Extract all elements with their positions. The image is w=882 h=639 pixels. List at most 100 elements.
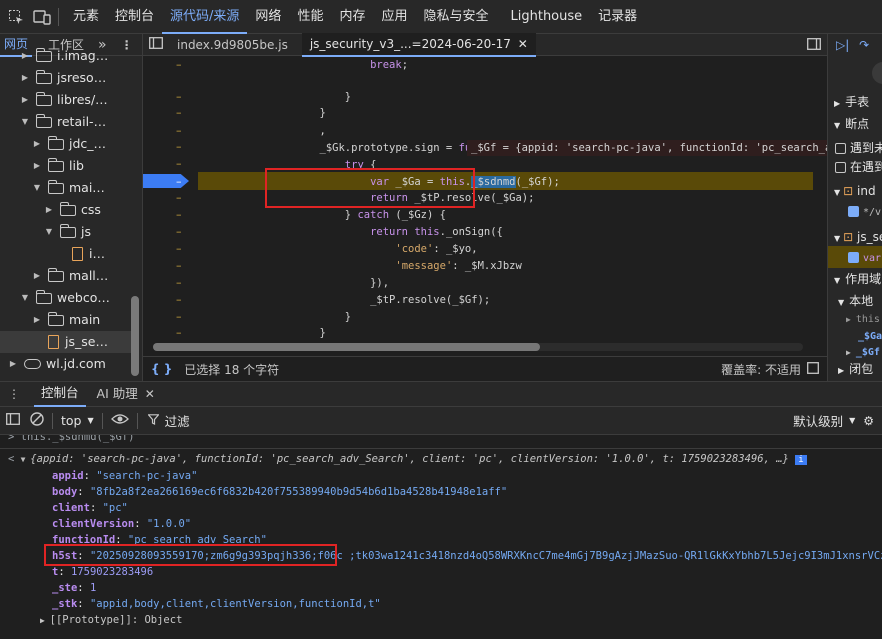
prop-body[interactable]: body: "8fb2a8f2ea266169ec6f6832b420f7553… xyxy=(52,484,507,500)
scope-closure[interactable]: ▶ 闭包 xyxy=(828,358,873,380)
expand-triangle-open-icon[interactable]: ▼ xyxy=(20,287,30,309)
tab-performance[interactable]: 性能 xyxy=(289,0,331,34)
tab-console[interactable]: 控制台 xyxy=(107,0,162,34)
close-drawer-tab-icon[interactable]: ✕ xyxy=(145,387,155,401)
tree-item[interactable]: i… xyxy=(0,243,131,265)
close-tab-icon[interactable]: ✕ xyxy=(518,37,528,51)
gutter-dash[interactable]: – xyxy=(176,90,182,103)
expand-triangle-icon[interactable]: ▶ xyxy=(20,67,30,89)
tree-item[interactable]: ▶ css xyxy=(0,199,131,221)
horizontal-scrollbar[interactable] xyxy=(153,343,803,351)
chevron-down-icon[interactable]: ▼ xyxy=(849,416,855,425)
code-line[interactable]: }), xyxy=(231,276,389,290)
code-line[interactable]: 'message': _$M.xJbzw xyxy=(231,259,521,273)
editor-tab-js-security[interactable]: js_security_v3_...=2024-06-20-17 ✕ xyxy=(301,32,536,57)
expand-triangle-icon[interactable]: ▶ xyxy=(32,155,42,177)
gutter-dash[interactable]: – xyxy=(176,106,182,119)
inspect-element-icon[interactable] xyxy=(6,7,26,27)
tree-item[interactable]: ▼ js xyxy=(0,221,131,243)
toggle-navigator-icon[interactable] xyxy=(143,34,169,56)
code-line[interactable]: } xyxy=(231,106,326,120)
tree-item[interactable]: ▼ retail-… xyxy=(0,111,131,133)
tab-application[interactable]: 应用 xyxy=(373,0,415,34)
watch-section[interactable]: ▶ 手表 xyxy=(828,91,869,113)
gutter-dash[interactable]: – xyxy=(176,276,182,289)
tree-item[interactable]: ▶ main xyxy=(0,309,131,331)
pretty-print-icon[interactable]: { } xyxy=(151,362,172,376)
gutter-dash[interactable]: – xyxy=(176,157,182,170)
pause-caught-option[interactable]: 在遇到 xyxy=(828,156,882,178)
prop-clientVersion[interactable]: clientVersion: "1.0.0" xyxy=(52,516,191,532)
tree-item[interactable]: ▼ mai… xyxy=(0,177,131,199)
tab-lighthouse[interactable]: Lighthouse xyxy=(497,0,591,34)
code-line[interactable]: } xyxy=(231,310,351,324)
expand-triangle-icon[interactable]: ▶ xyxy=(8,353,18,375)
gutter-dash[interactable]: – xyxy=(176,175,182,188)
tree-item[interactable]: ▶ jsreso… xyxy=(0,67,131,89)
gutter-dash[interactable]: – xyxy=(176,293,182,306)
breakpoint-file-js-security[interactable]: ▼⊡ js_se xyxy=(828,226,882,248)
gutter-dash[interactable]: – xyxy=(176,191,182,204)
scrollbar-thumb[interactable] xyxy=(153,343,540,351)
filter-input[interactable]: 过滤 xyxy=(165,411,190,430)
prop-prototype[interactable]: ▶ [[Prototype]]: Object xyxy=(40,612,182,629)
context-selector[interactable]: top xyxy=(61,413,81,428)
device-toolbar-icon[interactable] xyxy=(32,7,52,27)
breakpoint-entry[interactable]: */v xyxy=(828,200,881,222)
gutter-dash[interactable]: – xyxy=(176,208,182,221)
checkbox[interactable] xyxy=(848,206,859,217)
expand-triangle-open-icon[interactable]: ▼ xyxy=(32,177,42,199)
tab-elements[interactable]: 元素 xyxy=(65,0,107,34)
clear-console-icon[interactable] xyxy=(30,412,44,429)
tree-item[interactable]: ▼ webco… xyxy=(0,287,131,309)
prop-ste[interactable]: _ste: 1 xyxy=(52,580,96,596)
tree-item[interactable]: ▶ libres/… xyxy=(0,89,131,111)
prop-t[interactable]: t: 1759023283496 xyxy=(52,564,153,580)
checkbox[interactable] xyxy=(848,252,859,263)
code-line[interactable]: _$tP.resolve(_$Gf); xyxy=(231,293,490,307)
code-line[interactable]: return this._onSign({ xyxy=(231,225,503,239)
tree-item[interactable]: ▶ wl.jd.com xyxy=(0,353,131,375)
drawer-tab-ai-assistant[interactable]: AI 助理 xyxy=(90,382,145,406)
drawer-tab-console[interactable]: 控制台 xyxy=(34,381,86,407)
toggle-debugger-icon[interactable] xyxy=(807,38,821,53)
console-result-summary[interactable]: < ▼ {appid: 'search-pc-java', functionId… xyxy=(8,451,807,468)
expand-triangle-icon[interactable]: ▶ xyxy=(44,199,54,221)
expand-triangle-icon[interactable]: ▶ xyxy=(20,89,30,111)
log-level-select[interactable]: 默认级别 xyxy=(793,411,843,430)
checkbox[interactable] xyxy=(835,162,846,173)
tree-item[interactable]: js_se… xyxy=(0,331,131,353)
scope-section[interactable]: ▼ 作用域 xyxy=(828,268,881,290)
gutter-dash[interactable]: – xyxy=(176,242,182,255)
gutter-dash[interactable]: – xyxy=(176,326,182,339)
gutter-dash[interactable]: – xyxy=(176,310,182,323)
coverage-status[interactable]: 覆盖率: 不适用 xyxy=(721,361,801,378)
prop-stk[interactable]: _stk: "appid,body,client,clientVersion,f… xyxy=(52,596,381,612)
expand-triangle-open-icon[interactable]: ▼ xyxy=(44,221,54,243)
prop-appid[interactable]: appid: "search-pc-java" xyxy=(52,468,197,484)
breakpoint-marker[interactable] xyxy=(143,174,189,188)
tab-network[interactable]: 网络 xyxy=(247,0,289,34)
breakpoint-entry-active[interactable]: var xyxy=(828,246,882,268)
code-line[interactable]: 'code': _$yo, xyxy=(231,242,477,256)
gutter-dash[interactable]: – xyxy=(176,58,182,71)
tree-item[interactable]: ▶ i.imag… xyxy=(0,45,131,67)
gutter-dash[interactable]: – xyxy=(176,259,182,272)
expand-triangle-icon[interactable]: ▶ xyxy=(32,265,42,287)
expand-triangle-icon[interactable]: ▶ xyxy=(32,133,42,155)
console-settings-icon[interactable]: ⚙ xyxy=(863,414,874,428)
live-expression-eye-icon[interactable] xyxy=(110,413,129,428)
tree-item[interactable]: ▶ mall… xyxy=(0,265,131,287)
prop-client[interactable]: client: "pc" xyxy=(52,500,128,516)
code-line[interactable]: break; xyxy=(231,58,408,72)
drawer-menu-icon[interactable]: ⋮ xyxy=(8,387,20,401)
gutter-dash[interactable]: – xyxy=(176,140,182,153)
toggle-drawer-icon[interactable] xyxy=(807,361,819,377)
breakpoints-section[interactable]: ▼ 断点 xyxy=(828,113,869,135)
info-badge[interactable]: i xyxy=(795,455,807,465)
step-over-icon[interactable]: ↷ xyxy=(859,38,869,52)
resume-icon[interactable]: ▷| xyxy=(836,38,849,52)
code-line[interactable]: } xyxy=(231,90,351,104)
tree-item[interactable]: ▶ lib xyxy=(0,155,131,177)
tab-privacy-security[interactable]: 隐私与安全 xyxy=(415,0,496,34)
